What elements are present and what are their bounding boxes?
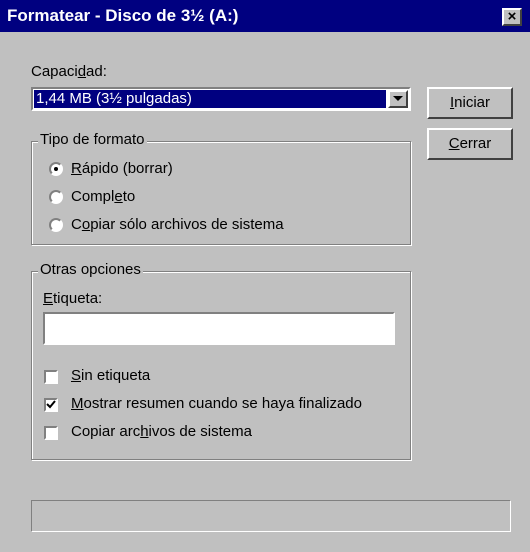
- close-icon: ×: [507, 8, 517, 25]
- capacity-dropdown[interactable]: 1,44 MB (3½ pulgadas): [31, 87, 411, 111]
- radio-quick-format[interactable]: [49, 162, 63, 176]
- radio-selected-dot: [54, 167, 58, 171]
- radio-copy-system-files-only[interactable]: [49, 218, 63, 232]
- radio-full-format-label[interactable]: Completo: [71, 188, 135, 205]
- format-type-legend: Tipo de formato: [38, 131, 147, 148]
- capacity-label: Capacidad:: [31, 63, 107, 80]
- checkbox-no-label-label[interactable]: Sin etiqueta: [71, 367, 150, 384]
- close-window-button[interactable]: ×: [502, 8, 522, 26]
- other-options-legend: Otras opciones: [38, 261, 143, 278]
- label-input[interactable]: [43, 312, 395, 345]
- close-button[interactable]: Cerrar: [427, 128, 513, 160]
- window-title: Formatear - Disco de 3½ (A:): [7, 6, 239, 25]
- radio-quick-format-label[interactable]: Rápido (borrar): [71, 160, 173, 177]
- checkbox-show-summary-label[interactable]: Mostrar resumen cuando se haya finalizad…: [71, 395, 362, 412]
- checkbox-show-summary[interactable]: [44, 398, 58, 412]
- radio-full-format[interactable]: [49, 190, 63, 204]
- radio-copy-system-files-only-label[interactable]: Copiar sólo archivos de sistema: [71, 216, 284, 233]
- checkbox-copy-system-files[interactable]: [44, 426, 58, 440]
- label-field-caption: Etiqueta:: [43, 290, 103, 307]
- title-bar: Formatear - Disco de 3½ (A:) ×: [0, 0, 530, 32]
- progress-bar: [31, 500, 511, 532]
- capacity-selected-value: 1,44 MB (3½ pulgadas): [34, 90, 386, 108]
- checkbox-no-label[interactable]: [44, 370, 58, 384]
- checkbox-copy-system-files-label[interactable]: Copiar archivos de sistema: [71, 423, 252, 440]
- capacity-dropdown-arrow-button[interactable]: [388, 90, 408, 108]
- down-arrow-icon: [393, 96, 403, 101]
- checkmark-icon: [46, 400, 56, 409]
- start-button[interactable]: Iniciar: [427, 87, 513, 119]
